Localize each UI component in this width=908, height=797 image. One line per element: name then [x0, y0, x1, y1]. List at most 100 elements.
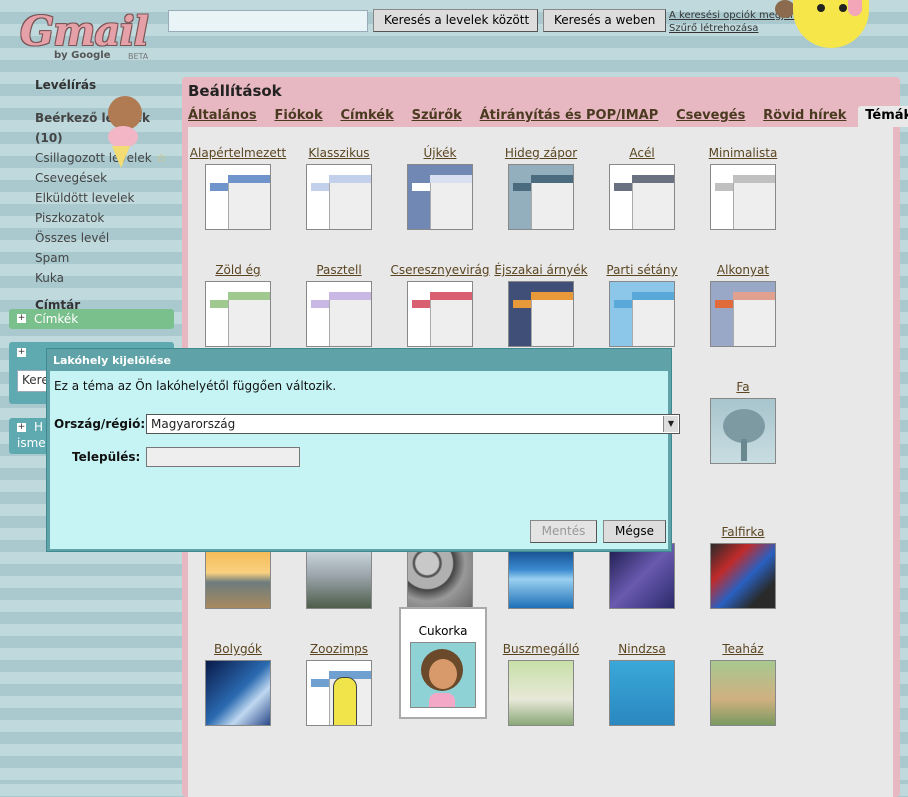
theme-green-sky[interactable]: Zöld ég	[190, 248, 286, 347]
theme-shiny[interactable]: Parti sétány	[594, 248, 690, 347]
theme-steel[interactable]: Acél	[594, 131, 690, 230]
nav-trash[interactable]: Kuka	[35, 268, 175, 288]
tab-filters[interactable]: Szűrők	[412, 108, 462, 123]
theme-sunset[interactable]: Alkonyat	[695, 248, 791, 347]
theme-thumbnail[interactable]	[710, 164, 776, 230]
search-mail-button[interactable]: Keresés a levelek között	[373, 9, 538, 32]
theme-tree[interactable]: Fa	[695, 365, 791, 464]
theme-name[interactable]: Alapértelmezett	[190, 131, 286, 161]
theme-thumbnail[interactable]	[407, 164, 473, 230]
tab-web-clips[interactable]: Rövid hírek	[763, 108, 846, 123]
theme-candy[interactable]: Cukorka	[399, 607, 487, 719]
save-button[interactable]: Mentés	[530, 520, 597, 543]
theme-thumbnail[interactable]	[205, 543, 271, 609]
tab-labels[interactable]: Címkék	[340, 108, 393, 123]
theme-name[interactable]: Hideg zápor	[493, 131, 589, 161]
theme-classic[interactable]: Klasszikus	[291, 131, 387, 230]
theme-name[interactable]: Újkék	[392, 131, 488, 161]
theme-zoozimps[interactable]: Zoozimps	[291, 627, 387, 726]
nav-spam[interactable]: Spam	[35, 248, 175, 268]
theme-preview-header	[733, 175, 775, 183]
theme-name[interactable]: Fa	[695, 365, 791, 395]
country-value: Magyarország	[151, 417, 236, 431]
theme-thumbnail[interactable]	[508, 660, 574, 726]
theme-preview-header	[632, 175, 674, 183]
theme-pastel[interactable]: Pasztell	[291, 248, 387, 347]
gmail-logo[interactable]: Gmail by Google BETA	[18, 8, 168, 64]
theme-name[interactable]: Cukorka	[401, 609, 485, 639]
tab-accounts[interactable]: Fiókok	[274, 108, 322, 123]
theme-thumbnail[interactable]	[508, 164, 574, 230]
theme-newblue[interactable]: Újkék	[392, 131, 488, 230]
nav-sent[interactable]: Elküldött levelek	[35, 188, 175, 208]
theme-name[interactable]: Klasszikus	[291, 131, 387, 161]
theme-name[interactable]: Éjszakai árnyék	[493, 248, 589, 278]
theme-cherry-blossom[interactable]: Cseresznyevirág	[390, 248, 490, 347]
theme-thumbnail[interactable]	[609, 543, 675, 609]
nav-starred[interactable]: Csillagozott levelek ☆	[35, 148, 175, 168]
tab-forwarding[interactable]: Átirányítás és POP/IMAP	[480, 108, 659, 123]
theme-planets[interactable]: Bolygók	[190, 627, 286, 726]
labels-panel[interactable]: + Címkék	[9, 309, 174, 329]
chevron-down-icon[interactable]: ▼	[663, 416, 678, 432]
theme-name[interactable]: Cseresznyevirág	[390, 248, 489, 278]
tab-chat[interactable]: Csevegés	[676, 108, 745, 123]
theme-thumbnail[interactable]	[306, 660, 372, 726]
theme-thumbnail[interactable]	[205, 281, 271, 347]
theme-name[interactable]: Minimalista	[695, 131, 791, 161]
theme-thumbnail[interactable]	[609, 164, 675, 230]
theme-thumbnail[interactable]	[410, 642, 476, 708]
search-web-button[interactable]: Keresés a weben	[543, 9, 666, 32]
theme-name[interactable]: Bolygók	[190, 627, 286, 657]
expand-icon[interactable]: +	[17, 423, 26, 432]
theme-thumbnail[interactable]	[306, 543, 372, 609]
tab-themes[interactable]: Témák	[858, 106, 908, 127]
nav-all-mail[interactable]: Összes levél	[35, 228, 175, 248]
theme-thumbnail[interactable]	[205, 660, 271, 726]
nav-drafts[interactable]: Piszkozatok	[35, 208, 175, 228]
theme-thumbnail[interactable]	[306, 164, 372, 230]
theme-default[interactable]: Alapértelmezett	[190, 131, 286, 230]
theme-name[interactable]: Teaház	[695, 627, 791, 657]
theme-thumbnail[interactable]	[306, 281, 372, 347]
theme-graffiti[interactable]: Falfirka	[695, 510, 791, 609]
nav-chats[interactable]: Csevegések	[35, 168, 175, 188]
theme-preview-header	[733, 292, 775, 300]
theme-name[interactable]: Pasztell	[291, 248, 387, 278]
theme-thumbnail[interactable]	[609, 660, 675, 726]
theme-bus-stop[interactable]: Buszmegálló	[493, 627, 589, 726]
theme-night-shade[interactable]: Éjszakai árnyék	[493, 248, 589, 347]
theme-name[interactable]: Nindzsa	[594, 627, 690, 657]
theme-ninja[interactable]: Nindzsa	[594, 627, 690, 726]
theme-tea-house[interactable]: Teaház	[695, 627, 791, 726]
theme-thumbnail[interactable]	[710, 543, 776, 609]
theme-thumbnail[interactable]	[710, 281, 776, 347]
theme-thumbnail[interactable]	[609, 281, 675, 347]
cancel-button[interactable]: Mégse	[603, 520, 666, 543]
tab-general[interactable]: Általános	[188, 108, 257, 123]
theme-thumbnail[interactable]	[710, 398, 776, 464]
expand-icon[interactable]: +	[17, 348, 26, 357]
country-select[interactable]: Magyarország ▼	[146, 414, 680, 434]
theme-name[interactable]: Zöld ég	[190, 248, 286, 278]
city-input[interactable]	[146, 447, 300, 467]
theme-name[interactable]: Parti sétány	[594, 248, 690, 278]
theme-name[interactable]: Buszmegálló	[493, 627, 589, 657]
theme-thumbnail[interactable]	[205, 164, 271, 230]
theme-name[interactable]: Zoozimps	[291, 627, 387, 657]
theme-name[interactable]: Acél	[594, 131, 690, 161]
theme-thumbnail[interactable]	[407, 543, 473, 609]
theme-thumbnail[interactable]	[508, 281, 574, 347]
search-input[interactable]	[168, 10, 368, 32]
compose-link[interactable]: Levélírás	[35, 78, 175, 92]
theme-name[interactable]: Falfirka	[695, 510, 791, 540]
expand-icon[interactable]: +	[17, 314, 26, 323]
theme-name[interactable]: Alkonyat	[695, 248, 791, 278]
theme-thumbnail[interactable]	[407, 281, 473, 347]
theme-thumbnail[interactable]	[508, 543, 574, 609]
theme-thumbnail[interactable]	[710, 660, 776, 726]
nav-inbox[interactable]: Beérkező levelek (10)	[35, 108, 175, 148]
dialog-description: Ez a téma az Ön lakóhelyétől függően vál…	[54, 379, 337, 393]
theme-cold-shower[interactable]: Hideg zápor	[493, 131, 589, 230]
theme-minimalist[interactable]: Minimalista	[695, 131, 791, 230]
